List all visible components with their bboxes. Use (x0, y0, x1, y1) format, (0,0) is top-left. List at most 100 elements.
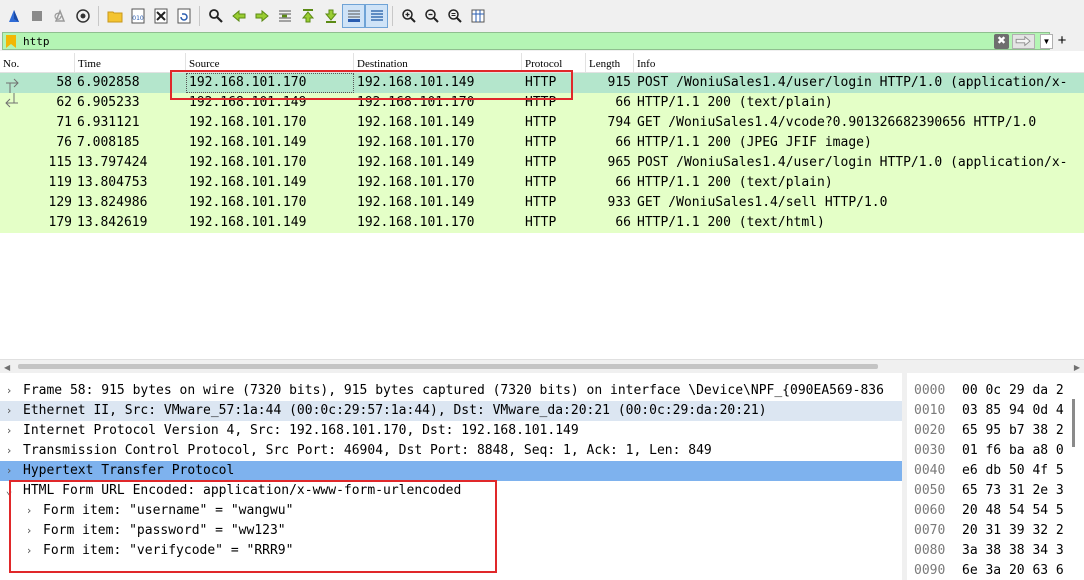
column-header-info[interactable]: Info (634, 53, 1084, 73)
expand-arrow-icon[interactable]: › (3, 381, 15, 401)
packet-cell-length: 66 (615, 175, 631, 190)
detail-tree-label: Frame 58: 915 bytes on wire (7320 bits),… (23, 383, 884, 398)
hex-row[interactable]: 0080 3a 38 38 34 3 (907, 541, 1084, 561)
packet-cell-time: 6.902858 (77, 75, 140, 90)
apply-filter-button[interactable] (1012, 34, 1035, 49)
collapse-arrow-icon[interactable]: ⌄ (3, 481, 15, 501)
hex-row[interactable]: 0060 20 48 54 54 5 (907, 501, 1084, 521)
detail-tree-item[interactable]: › Internet Protocol Version 4, Src: 192.1… (0, 421, 902, 441)
packet-cell-protocol: HTTP (525, 135, 557, 150)
column-header-length[interactable]: Length (586, 53, 634, 73)
stop-capture-icon[interactable] (25, 4, 48, 28)
detail-tree-item[interactable]: › Transmission Control Protocol, Src Port… (0, 441, 902, 461)
colorize-icon[interactable] (365, 4, 388, 28)
packet-cell-source: 192.168.101.149 (189, 95, 307, 110)
packet-cell-length: 933 (607, 195, 631, 210)
packet-list-header: No. Time Source Destination Protocol Len… (0, 53, 1084, 73)
packet-row[interactable]: 179 13.842619 192.168.101.149 192.168.101.1… (0, 213, 1084, 233)
packet-cell-protocol: HTTP (525, 175, 557, 190)
packet-cell-info: HTTP/1.1 200 (text/html) (637, 215, 825, 230)
normal-size-icon[interactable] (443, 4, 466, 28)
scrollbar-thumb[interactable] (18, 364, 878, 369)
zoom-out-icon[interactable] (420, 4, 443, 28)
packet-row[interactable]: 58 6.902858 192.168.101.170 192.168.101.149… (0, 73, 1084, 93)
packet-cell-destination: 192.168.101.149 (357, 195, 475, 210)
hex-offset: 0030 (914, 443, 946, 458)
column-header-destination[interactable]: Destination (354, 53, 522, 73)
hex-row[interactable]: 0090 6e 3a 20 63 6 (907, 561, 1084, 580)
hex-bytes: 00 0c 29 da 2 (962, 383, 1064, 398)
bookmark-icon[interactable] (6, 35, 16, 48)
save-file-icon[interactable]: 010 (126, 4, 149, 28)
expand-arrow-icon[interactable]: › (3, 421, 15, 441)
hex-bytes: e6 db 50 4f 5 (962, 463, 1064, 478)
clear-filter-icon[interactable]: ✖ (994, 34, 1009, 49)
detail-tree-item[interactable]: › Ethernet II, Src: VMware_57:1a:44 (00:0… (0, 401, 902, 421)
expand-arrow-icon[interactable]: › (23, 541, 35, 561)
detail-tree-item[interactable]: › Hypertext Transfer Protocol (0, 461, 902, 481)
resize-columns-icon[interactable] (466, 4, 489, 28)
expand-arrow-icon[interactable]: › (3, 401, 15, 421)
packet-cell-length: 66 (615, 215, 631, 230)
detail-tree-item[interactable]: › Frame 58: 915 bytes on wire (7320 bits)… (0, 381, 902, 401)
capture-options-icon[interactable] (71, 4, 94, 28)
column-header-time[interactable]: Time (75, 53, 186, 73)
display-filter-input[interactable]: http ✖ ▼ (2, 32, 1053, 50)
expand-arrow-icon[interactable]: › (23, 521, 35, 541)
detail-tree-item[interactable]: › Form item: "password" = "ww123" (0, 521, 902, 541)
expand-arrow-icon[interactable]: › (23, 501, 35, 521)
restart-capture-icon[interactable] (48, 4, 71, 28)
scroll-right-icon[interactable]: ▶ (1074, 363, 1080, 372)
hex-row[interactable]: 0040 e6 db 50 4f 5 (907, 461, 1084, 481)
column-header-protocol[interactable]: Protocol (522, 53, 586, 73)
hex-row[interactable]: 0000 00 0c 29 da 2 (907, 381, 1084, 401)
scrollbar-thumb[interactable] (1072, 399, 1075, 447)
packet-row[interactable]: 119 13.804753 192.168.101.149 192.168.101.1… (0, 173, 1084, 193)
scroll-left-icon[interactable]: ◀ (4, 363, 10, 372)
expand-arrow-icon[interactable]: › (3, 461, 15, 481)
packet-cell-time: 13.824986 (77, 195, 148, 210)
packet-row[interactable]: 115 13.797424 192.168.101.170 192.168.101.1… (0, 153, 1084, 173)
hex-row[interactable]: 0030 01 f6 ba a8 0 (907, 441, 1084, 461)
hex-offset: 0070 (914, 523, 946, 538)
display-filter-text[interactable]: http (23, 34, 50, 49)
hex-row[interactable]: 0050 65 73 31 2e 3 (907, 481, 1084, 501)
packet-bytes-scrollbar[interactable] (1067, 373, 1080, 580)
open-file-icon[interactable] (103, 4, 126, 28)
zoom-in-icon[interactable] (397, 4, 420, 28)
packet-row[interactable]: 62 6.905233 192.168.101.149 192.168.101.170… (0, 93, 1084, 113)
column-header-no[interactable]: No. (0, 53, 75, 73)
go-forward-icon[interactable] (250, 4, 273, 28)
find-packet-icon[interactable] (204, 4, 227, 28)
packet-row[interactable]: 71 6.931121 192.168.101.170 192.168.101.149… (0, 113, 1084, 133)
hex-bytes: 20 31 39 32 2 (962, 523, 1064, 538)
hex-row[interactable]: 0020 65 95 b7 38 2 (907, 421, 1084, 441)
go-to-packet-icon[interactable] (273, 4, 296, 28)
hex-bytes: 03 85 94 0d 4 (962, 403, 1064, 418)
detail-tree-label: Internet Protocol Version 4, Src: 192.16… (23, 423, 579, 438)
hex-row[interactable]: 0010 03 85 94 0d 4 (907, 401, 1084, 421)
expand-arrow-icon[interactable]: › (3, 441, 15, 461)
start-capture-icon[interactable] (2, 4, 25, 28)
packet-row[interactable]: 129 13.824986 192.168.101.170 192.168.101.1… (0, 193, 1084, 213)
packet-details-tree: › Frame 58: 915 bytes on wire (7320 bits)… (0, 373, 902, 580)
column-header-source[interactable]: Source (186, 53, 354, 73)
packet-row[interactable]: 76 7.008185 192.168.101.149 192.168.101.170… (0, 133, 1084, 153)
close-file-icon[interactable] (149, 4, 172, 28)
go-last-packet-icon[interactable] (319, 4, 342, 28)
packet-cell-source: 192.168.101.149 (189, 175, 307, 190)
go-first-packet-icon[interactable] (296, 4, 319, 28)
hex-row[interactable]: 0070 20 31 39 32 2 (907, 521, 1084, 541)
hex-offset: 0040 (914, 463, 946, 478)
detail-tree-item[interactable]: › Form item: "verifycode" = "RRR9" (0, 541, 902, 561)
hex-offset: 0010 (914, 403, 946, 418)
go-back-icon[interactable] (227, 4, 250, 28)
reload-file-icon[interactable] (172, 4, 195, 28)
detail-tree-item[interactable]: › Form item: "username" = "wangwu" (0, 501, 902, 521)
chevron-down-icon[interactable]: ▼ (1040, 34, 1053, 49)
auto-scroll-icon[interactable] (342, 4, 365, 28)
detail-tree-item[interactable]: ⌄ HTML Form URL Encoded: application/x-ww… (0, 481, 902, 501)
packet-list-scrollbar[interactable]: ◀ ▶ (0, 359, 1084, 373)
add-filter-button[interactable]: + (1055, 32, 1069, 50)
packet-cell-time: 6.905233 (77, 95, 140, 110)
